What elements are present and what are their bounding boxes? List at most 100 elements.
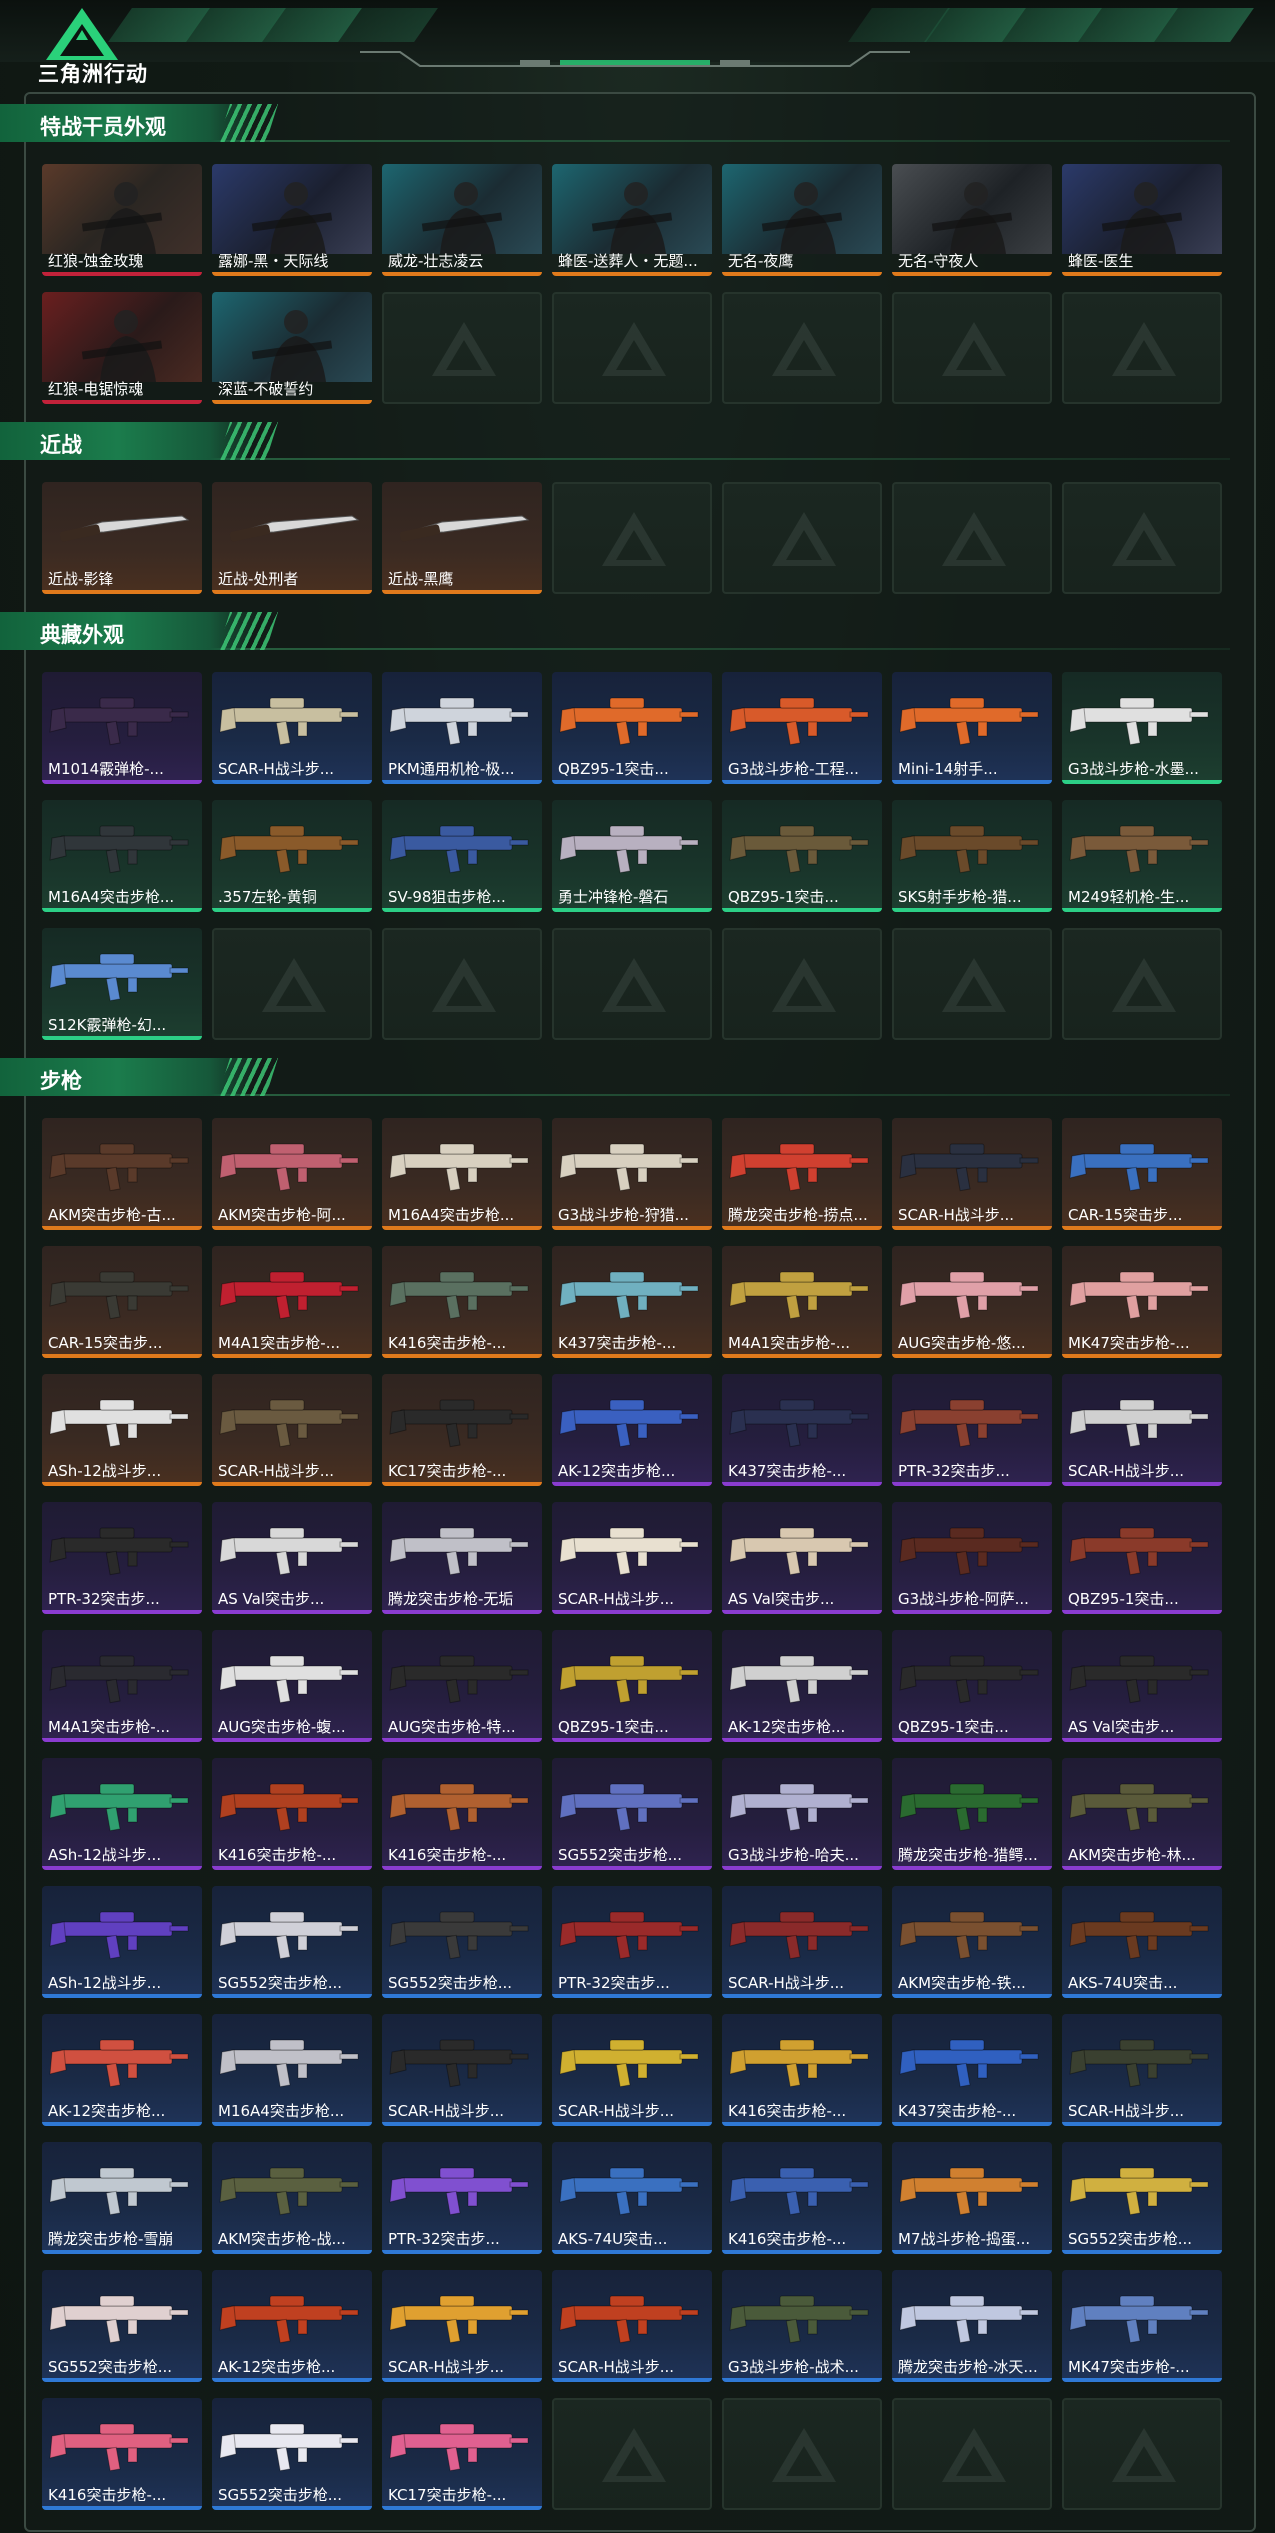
- weapon-skin-card[interactable]: 腾龙突击步枪-雪崩: [42, 2142, 202, 2254]
- weapon-skin-card[interactable]: QBZ95-1突击...: [722, 800, 882, 912]
- weapon-skin-card[interactable]: ASh-12战斗步...: [42, 1374, 202, 1486]
- weapon-skin-card[interactable]: G3战斗步枪-战术...: [722, 2270, 882, 2382]
- weapon-skin-card[interactable]: PKM通用机枪-极...: [382, 672, 542, 784]
- weapon-skin-card[interactable]: KC17突击步枪-...: [382, 2398, 542, 2510]
- weapon-skin-card[interactable]: AK-12突击步枪...: [42, 2014, 202, 2126]
- weapon-skin-card[interactable]: SKS射手步枪-猎...: [892, 800, 1052, 912]
- weapon-skin-card[interactable]: AKM突击步枪-林...: [1062, 1758, 1222, 1870]
- weapon-skin-card[interactable]: MK47突击步枪-...: [1062, 1246, 1222, 1358]
- weapon-skin-card[interactable]: K416突击步枪-...: [722, 2014, 882, 2126]
- operator-skin-card[interactable]: 红狼-蚀金玫瑰: [42, 164, 202, 276]
- weapon-skin-card[interactable]: AUG突击步枪-悠...: [892, 1246, 1052, 1358]
- weapon-skin-card[interactable]: M4A1突击步枪-...: [722, 1246, 882, 1358]
- weapon-skin-card[interactable]: Mini-14射手...: [892, 672, 1052, 784]
- weapon-skin-card[interactable]: ASh-12战斗步...: [42, 1758, 202, 1870]
- weapon-skin-card[interactable]: 腾龙突击步枪-猎鳄...: [892, 1758, 1052, 1870]
- weapon-skin-card[interactable]: K416突击步枪-...: [722, 2142, 882, 2254]
- weapon-skin-card[interactable]: SCAR-H战斗步...: [1062, 1374, 1222, 1486]
- weapon-skin-card[interactable]: SCAR-H战斗步...: [1062, 2014, 1222, 2126]
- weapon-skin-card[interactable]: AKM突击步枪-铁...: [892, 1886, 1052, 1998]
- weapon-skin-card[interactable]: K416突击步枪-...: [382, 1246, 542, 1358]
- weapon-skin-card[interactable]: SCAR-H战斗步...: [212, 672, 372, 784]
- weapon-skin-card[interactable]: SG552突击步枪...: [212, 2398, 372, 2510]
- weapon-skin-card[interactable]: AKM突击步枪-阿...: [212, 1118, 372, 1230]
- weapon-skin-card[interactable]: K416突击步枪-...: [382, 1758, 542, 1870]
- weapon-skin-card[interactable]: M16A4突击步枪...: [382, 1118, 542, 1230]
- weapon-skin-card[interactable]: QBZ95-1突击...: [1062, 1502, 1222, 1614]
- operator-skin-card[interactable]: 威龙-壮志凌云: [382, 164, 542, 276]
- weapon-skin-card[interactable]: 腾龙突击步枪-捞点...: [722, 1118, 882, 1230]
- weapon-skin-card[interactable]: AS Val突击步...: [212, 1502, 372, 1614]
- weapon-skin-card[interactable]: AKM突击步枪-战...: [212, 2142, 372, 2254]
- weapon-skin-card[interactable]: M4A1突击步枪-...: [212, 1246, 372, 1358]
- weapon-skin-card[interactable]: SCAR-H战斗步...: [552, 2270, 712, 2382]
- operator-skin-card[interactable]: 蜂医-医生: [1062, 164, 1222, 276]
- weapon-skin-card[interactable]: SG552突击步枪...: [552, 1758, 712, 1870]
- operator-skin-card[interactable]: 蜂医-送葬人・无题...: [552, 164, 712, 276]
- weapon-skin-card[interactable]: CAR-15突击步...: [42, 1246, 202, 1358]
- weapon-skin-card[interactable]: SCAR-H战斗步...: [382, 2014, 542, 2126]
- operator-skin-card[interactable]: 红狼-电锯惊魂: [42, 292, 202, 404]
- weapon-skin-card[interactable]: M16A4突击步枪...: [42, 800, 202, 912]
- weapon-skin-card[interactable]: 腾龙突击步枪-冰天...: [892, 2270, 1052, 2382]
- weapon-skin-card[interactable]: QBZ95-1突击...: [552, 672, 712, 784]
- melee-skin-card[interactable]: 近战-影锋: [42, 482, 202, 594]
- weapon-skin-card[interactable]: QBZ95-1突击...: [892, 1630, 1052, 1742]
- weapon-skin-card[interactable]: M4A1突击步枪-...: [42, 1630, 202, 1742]
- weapon-skin-card[interactable]: SG552突击步枪...: [212, 1886, 372, 1998]
- operator-skin-card[interactable]: 露娜-黑・天际线: [212, 164, 372, 276]
- weapon-skin-card[interactable]: AK-12突击步枪...: [552, 1374, 712, 1486]
- weapon-skin-card[interactable]: MK47突击步枪-...: [1062, 2270, 1222, 2382]
- weapon-skin-card[interactable]: CAR-15突击步...: [1062, 1118, 1222, 1230]
- weapon-skin-card[interactable]: G3战斗步枪-工程...: [722, 672, 882, 784]
- melee-skin-card[interactable]: 近战-黑鹰: [382, 482, 542, 594]
- weapon-skin-card[interactable]: SCAR-H战斗步...: [382, 2270, 542, 2382]
- weapon-skin-card[interactable]: AUG突击步枪-蝮...: [212, 1630, 372, 1742]
- weapon-skin-card[interactable]: M249轻机枪-生...: [1062, 800, 1222, 912]
- weapon-skin-card[interactable]: M1014霰弹枪-...: [42, 672, 202, 784]
- weapon-skin-card[interactable]: .357左轮-黄铜: [212, 800, 372, 912]
- weapon-skin-card[interactable]: AK-12突击步枪...: [212, 2270, 372, 2382]
- weapon-skin-card[interactable]: K437突击步枪-...: [892, 2014, 1052, 2126]
- weapon-skin-card[interactable]: AUG突击步枪-特...: [382, 1630, 542, 1742]
- weapon-skin-card[interactable]: SCAR-H战斗步...: [212, 1374, 372, 1486]
- weapon-skin-card[interactable]: SCAR-H战斗步...: [552, 2014, 712, 2126]
- weapon-skin-card[interactable]: SCAR-H战斗步...: [722, 1886, 882, 1998]
- weapon-skin-card[interactable]: G3战斗步枪-哈夫...: [722, 1758, 882, 1870]
- melee-skin-card[interactable]: 近战-处刑者: [212, 482, 372, 594]
- weapon-skin-card[interactable]: G3战斗步枪-水墨...: [1062, 672, 1222, 784]
- weapon-skin-card[interactable]: KC17突击步枪-...: [382, 1374, 542, 1486]
- weapon-skin-card[interactable]: PTR-32突击步...: [42, 1502, 202, 1614]
- weapon-skin-card[interactable]: 勇士冲锋枪-磐石: [552, 800, 712, 912]
- weapon-skin-card[interactable]: AS Val突击步...: [722, 1502, 882, 1614]
- weapon-skin-card[interactable]: SCAR-H战斗步...: [552, 1502, 712, 1614]
- weapon-skin-card[interactable]: AS Val突击步...: [1062, 1630, 1222, 1742]
- weapon-skin-card[interactable]: AK-12突击步枪...: [722, 1630, 882, 1742]
- weapon-skin-card[interactable]: PTR-32突击步...: [552, 1886, 712, 1998]
- weapon-skin-card[interactable]: AKS-74U突击...: [552, 2142, 712, 2254]
- weapon-skin-card[interactable]: K416突击步枪-...: [212, 1758, 372, 1870]
- weapon-skin-card[interactable]: AKS-74U突击...: [1062, 1886, 1222, 1998]
- weapon-skin-card[interactable]: M7战斗步枪-捣蛋...: [892, 2142, 1052, 2254]
- weapon-skin-card[interactable]: ASh-12战斗步...: [42, 1886, 202, 1998]
- operator-skin-card[interactable]: 无名-夜鹰: [722, 164, 882, 276]
- weapon-skin-card[interactable]: M16A4突击步枪...: [212, 2014, 372, 2126]
- weapon-skin-card[interactable]: SG552突击步枪...: [382, 1886, 542, 1998]
- weapon-skin-card[interactable]: 腾龙突击步枪-无垢: [382, 1502, 542, 1614]
- weapon-skin-card[interactable]: K416突击步枪-...: [42, 2398, 202, 2510]
- weapon-skin-card[interactable]: SV-98狙击步枪...: [382, 800, 542, 912]
- weapon-skin-card[interactable]: S12K霰弹枪-幻...: [42, 928, 202, 1040]
- weapon-skin-card[interactable]: G3战斗步枪-阿萨...: [892, 1502, 1052, 1614]
- weapon-skin-card[interactable]: QBZ95-1突击...: [552, 1630, 712, 1742]
- weapon-skin-card[interactable]: G3战斗步枪-狩猎...: [552, 1118, 712, 1230]
- weapon-skin-card[interactable]: SCAR-H战斗步...: [892, 1118, 1052, 1230]
- weapon-skin-card[interactable]: PTR-32突击步...: [892, 1374, 1052, 1486]
- weapon-skin-card[interactable]: K437突击步枪-...: [722, 1374, 882, 1486]
- weapon-skin-card[interactable]: K437突击步枪-...: [552, 1246, 712, 1358]
- operator-skin-card[interactable]: 深蓝-不破誓约: [212, 292, 372, 404]
- weapon-skin-card[interactable]: SG552突击步枪...: [1062, 2142, 1222, 2254]
- weapon-skin-card[interactable]: AKM突击步枪-古...: [42, 1118, 202, 1230]
- operator-skin-card[interactable]: 无名-守夜人: [892, 164, 1052, 276]
- weapon-skin-card[interactable]: SG552突击步枪...: [42, 2270, 202, 2382]
- weapon-skin-card[interactable]: PTR-32突击步...: [382, 2142, 542, 2254]
